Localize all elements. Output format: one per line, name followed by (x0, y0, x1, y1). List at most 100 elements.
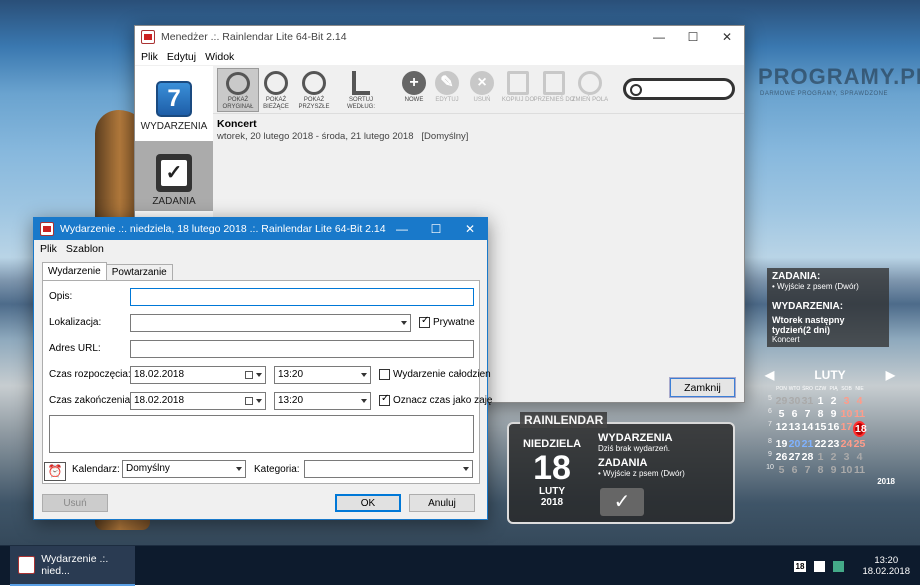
chevron-down-icon[interactable] (401, 321, 407, 325)
change-fields-button[interactable]: ZMIEŃ POLA (569, 68, 611, 112)
category-select[interactable] (304, 460, 473, 478)
menu-szablon[interactable]: Szablon (66, 243, 104, 255)
dialog-titlebar[interactable]: Wydarzenie .:. niedziela, 18 lutego 2018… (34, 218, 487, 240)
rainlendar-tray-icon[interactable]: 18 (793, 560, 807, 572)
mini-cal-day[interactable]: 13 (788, 421, 801, 437)
next-month-icon[interactable]: ▶ (886, 368, 895, 382)
private-checkbox[interactable] (419, 315, 430, 328)
delete-button[interactable]: Usuń (42, 494, 108, 512)
lokalizacja-field[interactable] (130, 314, 411, 332)
mini-cal-day[interactable]: 6 (788, 408, 801, 420)
menu-plik[interactable]: Plik (141, 51, 158, 63)
mini-cal-day[interactable]: 10 (840, 408, 853, 420)
tab-repeat[interactable]: Powtarzanie (105, 264, 173, 280)
mini-cal-day[interactable]: 1 (814, 395, 827, 407)
close-icon[interactable]: ✕ (710, 26, 744, 48)
start-date-field[interactable]: 18.02.2018 (130, 366, 266, 384)
clock[interactable]: 13:20 18.02.2018 (862, 555, 910, 577)
minimize-icon[interactable]: — (642, 26, 676, 48)
show-future-button[interactable]: POKAŻ PRZYSZŁE (293, 68, 335, 112)
mini-cal-day[interactable]: 3 (840, 451, 853, 463)
tab-event[interactable]: Wydarzenie (42, 262, 107, 280)
mini-cal-day[interactable]: 4 (853, 451, 866, 463)
maximize-icon[interactable]: ☐ (419, 218, 453, 240)
calendar-select[interactable]: Domyślny (122, 460, 246, 478)
mini-cal-day[interactable]: 4 (853, 395, 866, 407)
mini-cal-day[interactable]: 30 (788, 395, 801, 407)
menu-edytuj[interactable]: Edytuj (167, 51, 196, 63)
mini-cal-day[interactable]: 23 (827, 438, 840, 450)
calendar-picker-icon[interactable] (245, 397, 253, 405)
mini-cal-day[interactable]: 21 (801, 438, 814, 450)
mini-cal-day[interactable]: 2 (827, 395, 840, 407)
mini-cal-day[interactable]: 1 (814, 451, 827, 463)
mini-cal-day[interactable]: 18 (853, 421, 867, 437)
minimize-icon[interactable]: — (385, 218, 419, 240)
mini-cal-day[interactable]: 26 (775, 451, 788, 463)
show-current-button[interactable]: POKAŻ BIEŻĄCE (255, 68, 297, 112)
mini-cal-day[interactable]: 15 (814, 421, 827, 437)
mini-cal-day[interactable]: 19 (775, 438, 788, 450)
mini-cal-day[interactable]: 31 (801, 395, 814, 407)
mini-cal-day[interactable]: 9 (827, 464, 840, 476)
mini-cal-day[interactable]: 3 (840, 395, 853, 407)
menu-plik[interactable]: Plik (40, 243, 57, 255)
mini-cal-day[interactable]: 24 (840, 438, 853, 450)
manager-titlebar[interactable]: Menedżer .:. Rainlendar Lite 64-Bit 2.14… (135, 26, 744, 48)
save-icon[interactable] (814, 560, 826, 572)
mini-cal-day[interactable]: 8 (814, 408, 827, 420)
mini-cal-day[interactable]: 11 (853, 408, 866, 420)
mini-cal-day[interactable]: 5 (775, 408, 788, 420)
sidebar-item-tasks[interactable]: ✓ ZADANIA (135, 141, 213, 211)
taskbar-app-button[interactable]: Wydarzenie .:. nied... (10, 546, 135, 586)
chevron-down-icon[interactable] (256, 399, 262, 403)
mini-cal-day[interactable]: 7 (801, 408, 814, 420)
close-icon[interactable]: ✕ (453, 218, 487, 240)
chevron-down-icon[interactable] (361, 373, 367, 377)
shield-icon[interactable] (833, 560, 845, 572)
end-time-field[interactable]: 13:20 (274, 392, 371, 410)
event-item[interactable]: Koncert (772, 335, 884, 344)
checkmark-icon[interactable]: ✓ (600, 488, 644, 516)
sort-button[interactable]: SORTUJ WEDŁUG: (340, 68, 382, 112)
mini-cal-day[interactable]: 10 (840, 464, 853, 476)
sidebar-item-events[interactable]: 7 WYDARZENIA (135, 66, 213, 136)
event-title[interactable]: Koncert (217, 118, 257, 130)
start-time-field[interactable]: 13:20 (274, 366, 371, 384)
task-item[interactable]: • Wyjście z psem (Dwór) (772, 282, 884, 291)
calendar-picker-icon[interactable] (245, 371, 253, 379)
ok-button[interactable]: OK (335, 494, 401, 512)
maximize-icon[interactable]: ☐ (676, 26, 710, 48)
prev-month-icon[interactable]: ◀ (765, 368, 774, 382)
cancel-button[interactable]: Anuluj (409, 494, 475, 512)
close-button[interactable]: Zamknij (669, 377, 736, 398)
mini-cal-day[interactable]: 29 (775, 395, 788, 407)
mini-cal-day[interactable]: 27 (788, 451, 801, 463)
mini-cal-day[interactable]: 7 (801, 464, 814, 476)
mini-cal-day[interactable]: 11 (853, 464, 866, 476)
mini-cal-day[interactable]: 20 (788, 438, 801, 450)
notes-textarea[interactable] (49, 415, 474, 453)
alarm-clock-icon[interactable]: ⏰ (44, 462, 66, 481)
mini-cal-day[interactable]: 9 (827, 408, 840, 420)
mini-cal-day[interactable]: 25 (853, 438, 866, 450)
mark-busy-checkbox[interactable] (379, 393, 390, 406)
mini-cal-day[interactable]: 5 (775, 464, 788, 476)
mini-cal-day[interactable]: 16 (827, 421, 840, 437)
mini-cal-day[interactable]: 8 (814, 464, 827, 476)
mini-cal-day[interactable]: 22 (814, 438, 827, 450)
mini-cal-day[interactable]: 28 (801, 451, 814, 463)
end-date-field[interactable]: 18.02.2018 (130, 392, 266, 410)
show-original-button[interactable]: POKAŻ ORYGINAŁ (217, 68, 259, 112)
chevron-down-icon[interactable] (361, 399, 367, 403)
mini-cal-day[interactable]: 14 (801, 421, 814, 437)
mini-cal-day[interactable]: 12 (775, 421, 788, 437)
chevron-down-icon[interactable] (256, 373, 262, 377)
mini-cal-day[interactable]: 2 (827, 451, 840, 463)
chevron-down-icon[interactable] (236, 467, 242, 471)
chevron-down-icon[interactable] (463, 467, 469, 471)
mini-cal-day[interactable]: 6 (788, 464, 801, 476)
opis-field[interactable] (130, 288, 474, 306)
menu-widok[interactable]: Widok (205, 51, 234, 63)
mini-cal-day[interactable]: 17 (840, 421, 853, 437)
